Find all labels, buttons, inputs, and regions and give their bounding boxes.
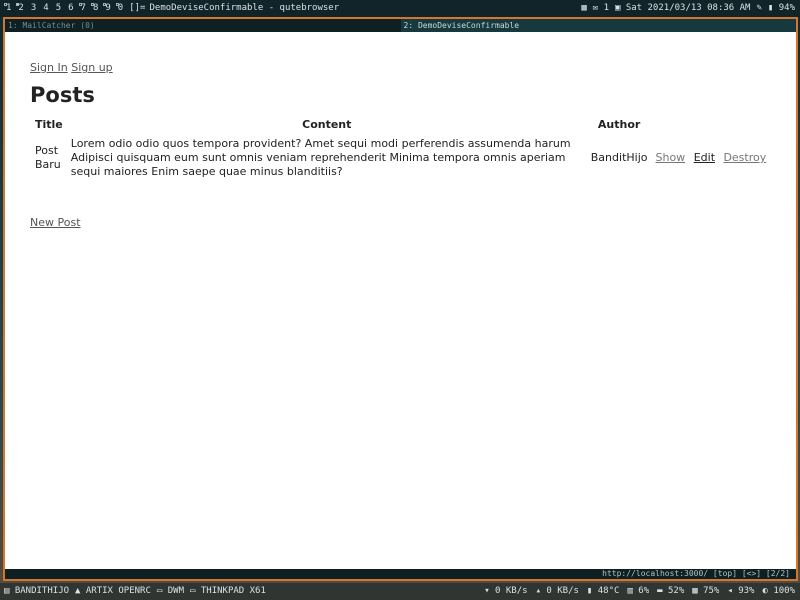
header-author: Author [597, 118, 641, 131]
arrow-down-icon: ▾ [484, 586, 490, 596]
memory-icon: ▦ [692, 586, 698, 596]
memory-usage: ▦ 75% [692, 586, 720, 596]
show-cell: Show [652, 134, 690, 182]
show-link[interactable]: Show [656, 151, 686, 164]
window-icon: ▭ [156, 586, 163, 596]
destroy-link[interactable]: Destroy [723, 151, 766, 164]
tab-demo-devise[interactable]: 2: DemoDeviseConfirmable [400, 19, 796, 32]
header-title: Title [35, 118, 63, 131]
brightness: ◐ 100% [762, 586, 795, 596]
post-title: Post Baru [35, 144, 61, 171]
os-icon: ▲ [75, 586, 81, 596]
table-header-row: Title Content Author [31, 115, 771, 134]
speaker-icon: ◂ [727, 586, 733, 596]
tag-9[interactable]: 9 [102, 0, 114, 17]
net-down: ▾ 0 KB/s [484, 586, 528, 596]
bottom-status-bar: ▤ BANDITHIJO ▲ ARTIX OPENRC ▭ DWM ▭ THIN… [0, 583, 800, 600]
posts-table: Title Content Author Post Baru Lorem odi… [31, 115, 771, 182]
mail-status: ✉ 1 [592, 3, 609, 13]
grid-icon: ▦ [581, 3, 587, 13]
tab-bar: 1: MailCatcher (0) 2: DemoDeviseConfirma… [5, 19, 796, 32]
tag-4[interactable]: 4 [40, 0, 52, 17]
tag-7[interactable]: 7 [78, 0, 90, 17]
browser-status-line: http://localhost:3000/ [top] [<>] [2/2] [5, 569, 796, 579]
new-post-link[interactable]: New Post [30, 216, 81, 229]
datetime: ▣ Sat 2021/03/13 08:36 AM [615, 3, 751, 13]
brightness-icon: ◐ [762, 586, 768, 596]
temperature: ▮ 48°C [586, 586, 620, 596]
folder-icon: ▬ [657, 586, 663, 596]
header-content: Content [302, 118, 352, 131]
thermometer-icon: ▮ [586, 586, 593, 596]
system-status: ▦ ✉ 1 ▣ Sat 2021/03/13 08:36 AM ✎ ▮ 94% [581, 0, 800, 17]
os-label: ▲ ARTIX OPENRC [75, 586, 151, 596]
auth-links: Sign In Sign up [30, 61, 113, 74]
sign-up-link[interactable]: Sign up [71, 61, 112, 74]
wrench-icon: ✎ [756, 3, 762, 13]
tag-0[interactable]: 0 [115, 0, 127, 17]
cpu-icon: ▥ [627, 586, 633, 596]
tag-3[interactable]: 3 [28, 0, 40, 17]
net-up: ▴ 0 KB/s [535, 586, 579, 596]
host-label: ▭ THINKPAD X61 [190, 586, 266, 596]
table-row: Post Baru Lorem odio odio quos tempora p… [31, 134, 771, 182]
destroy-cell: Destroy [719, 134, 771, 182]
battery-status: ▮ 94% [767, 3, 795, 13]
tag-5[interactable]: 5 [53, 0, 65, 17]
post-content: Lorem odio odio quos tempora provident? … [70, 137, 571, 178]
mail-icon: ✉ [592, 3, 599, 13]
tag-1[interactable]: 1 [3, 0, 15, 17]
battery-icon: ▮ [767, 3, 774, 13]
wm-label: ▭ DWM [156, 586, 185, 596]
user-icon: ▤ [4, 586, 10, 596]
post-author: BanditHijo [590, 151, 648, 164]
user-label: ▤ BANDITHIJO [4, 586, 70, 596]
page-title: Posts [30, 83, 95, 107]
system-metrics: ▾ 0 KB/s ▴ 0 KB/s ▮ 48°C ▥ 6% ▬ 52% ▦ 75… [484, 583, 800, 600]
edit-link[interactable]: Edit [694, 151, 715, 164]
page-content: Sign In Sign up Posts Title Content Auth… [5, 32, 796, 567]
calendar-icon: ▣ [615, 3, 621, 13]
browser-window: 1: MailCatcher (0) 2: DemoDeviseConfirma… [3, 17, 798, 581]
disk-usage: ▬ 52% [657, 586, 685, 596]
tag-6[interactable]: 6 [65, 0, 77, 17]
laptop-icon: ▭ [190, 586, 196, 596]
tag-8[interactable]: 8 [90, 0, 102, 17]
window-title: DemoDeviseConfirmable - qutebrowser [149, 3, 340, 13]
edit-cell: Edit [690, 134, 720, 182]
top-status-bar: 1 2 3 4 5 6 7 8 9 0 []= DemoDeviseConfir… [0, 0, 800, 17]
sign-in-link[interactable]: Sign In [30, 61, 68, 74]
cpu-usage: ▥ 6% [627, 586, 650, 596]
workspace-tags: 1 2 3 4 5 6 7 8 9 0 [0, 0, 127, 17]
tag-2[interactable]: 2 [15, 0, 27, 17]
arrow-up-icon: ▴ [535, 586, 541, 596]
tab-mailcatcher[interactable]: 1: MailCatcher (0) [5, 19, 401, 32]
header-actions [652, 115, 772, 134]
layout-indicator[interactable]: []= [127, 0, 149, 17]
system-info: ▤ BANDITHIJO ▲ ARTIX OPENRC ▭ DWM ▭ THIN… [0, 583, 266, 600]
volume: ◂ 93% [727, 586, 755, 596]
